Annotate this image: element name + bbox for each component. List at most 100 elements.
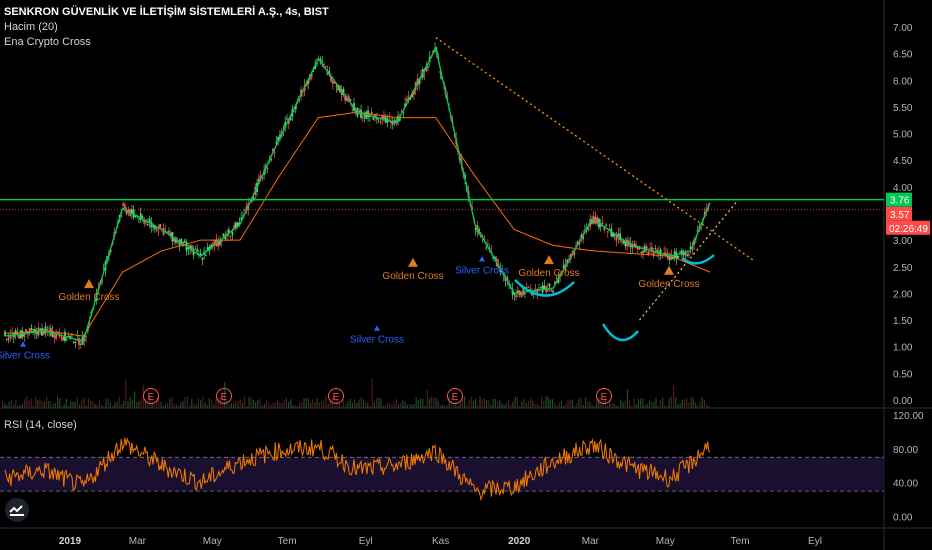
- price-axis-tick-label: 6.00: [893, 76, 913, 87]
- volume-bar: [387, 402, 389, 408]
- candle-body: [25, 329, 28, 332]
- volume-bar: [596, 401, 598, 408]
- volume-bar: [578, 398, 580, 408]
- volume-bar: [109, 402, 111, 408]
- volume-bar: [61, 405, 63, 408]
- candle-body: [286, 118, 288, 120]
- volume-bar: [173, 403, 175, 408]
- rsi-axis-tick-label: 40.00: [893, 479, 918, 490]
- volume-bar: [310, 402, 312, 408]
- volume-bar: [191, 398, 193, 408]
- volume-bar: [98, 399, 100, 408]
- volume-bar: [521, 401, 523, 408]
- volume-bar: [347, 401, 349, 408]
- volume-bar: [175, 404, 177, 408]
- volume-bar: [105, 398, 107, 408]
- volume-bar: [257, 400, 259, 408]
- volume-bar: [301, 401, 303, 408]
- silver-cross-marker: [20, 341, 26, 347]
- volume-bar: [87, 397, 89, 408]
- crypto-cross-indicator-label[interactable]: Ena Crypto Cross: [4, 35, 329, 50]
- volume-bar: [90, 401, 92, 408]
- candle-body: [152, 225, 154, 227]
- volume-bar: [558, 402, 560, 408]
- volume-bar: [125, 379, 127, 408]
- candle-body: [485, 247, 488, 249]
- volume-bar: [679, 403, 681, 408]
- volume-bar: [389, 403, 391, 408]
- candle-body: [661, 257, 664, 258]
- price-axis-tick-label: 1.50: [893, 316, 913, 327]
- volume-bar: [277, 400, 279, 408]
- volume-bar: [68, 405, 70, 408]
- volume-bar: [523, 398, 525, 408]
- volume-bar: [259, 398, 261, 408]
- volume-bar: [272, 402, 274, 408]
- candle-body: [548, 284, 551, 287]
- volume-bar: [477, 405, 479, 408]
- candle-body: [321, 61, 324, 63]
- volume-bar: [290, 399, 292, 408]
- silver-cross-marker: [374, 325, 380, 331]
- volume-bar: [563, 405, 565, 408]
- volume-bar: [32, 405, 34, 408]
- candle-body: [194, 248, 197, 250]
- volume-bar: [457, 405, 459, 408]
- volume-bar: [217, 397, 219, 408]
- volume-bar: [307, 398, 309, 408]
- volume-bar: [189, 405, 191, 408]
- volume-bar: [63, 403, 65, 408]
- volume-bar: [17, 405, 19, 408]
- candle-body: [55, 334, 58, 339]
- volume-indicator-label[interactable]: Hacim (20): [4, 20, 329, 35]
- volume-bar: [629, 400, 631, 408]
- candle-body: [168, 231, 170, 233]
- candle-body: [146, 224, 149, 226]
- candle-body: [550, 289, 553, 291]
- ascending-trendline: [639, 199, 739, 321]
- candle-body: [201, 258, 204, 260]
- volume-bar: [292, 404, 294, 408]
- volume-bar: [81, 399, 83, 408]
- volume-bar: [50, 401, 52, 408]
- volume-bar: [237, 401, 239, 408]
- volume-bar: [321, 401, 323, 408]
- candle-body: [157, 230, 160, 232]
- volume-bar: [182, 401, 184, 408]
- volume-bar: [356, 402, 358, 408]
- candle-body: [222, 233, 225, 237]
- candle-body: [74, 342, 77, 344]
- volume-bar: [367, 402, 369, 408]
- volume-bar: [303, 398, 305, 408]
- volume-bar: [72, 401, 74, 408]
- volume-bar: [156, 396, 158, 408]
- rsi-legend: RSI (14, close): [4, 418, 77, 433]
- volume-bar: [393, 401, 395, 408]
- volume-bar: [560, 400, 562, 408]
- volume-bar: [508, 399, 510, 408]
- chart-canvas[interactable]: 7.006.506.005.505.004.504.003.503.002.50…: [0, 0, 932, 550]
- price-axis-tick-label: 2.00: [893, 289, 913, 300]
- volume-bar: [571, 399, 573, 408]
- volume-bar: [613, 403, 615, 408]
- rsi-axis-tick-label: 0.00: [893, 513, 913, 524]
- volume-bar: [514, 396, 516, 408]
- candle-body: [524, 293, 526, 295]
- time-axis-tick-label: May: [203, 536, 222, 547]
- volume-bar: [261, 404, 263, 408]
- volume-bar: [587, 401, 589, 408]
- candle-body: [679, 251, 681, 253]
- volume-bar: [673, 385, 675, 408]
- volume-bar: [299, 402, 301, 408]
- volume-bar: [510, 404, 512, 408]
- volume-bar: [65, 398, 67, 408]
- volume-bar: [543, 401, 545, 408]
- chart-legend: SENKRON GÜVENLİK VE İLETİŞİM SİSTEMLERİ …: [4, 5, 329, 50]
- candle-body: [60, 337, 63, 339]
- volume-bar: [59, 398, 61, 408]
- volume-bar: [358, 400, 360, 408]
- volume-bar: [552, 399, 554, 408]
- volume-bar: [666, 405, 668, 408]
- volume-bar: [129, 396, 131, 408]
- rsi-label[interactable]: RSI (14, close): [4, 418, 77, 433]
